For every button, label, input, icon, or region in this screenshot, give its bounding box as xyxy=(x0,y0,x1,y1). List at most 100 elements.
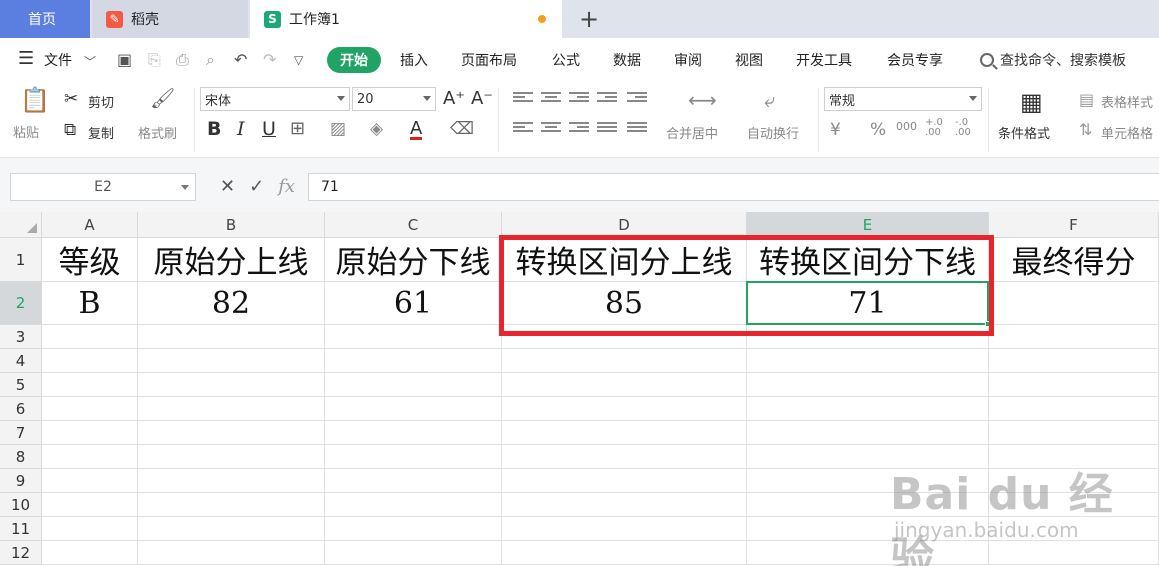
cell-e6[interactable] xyxy=(747,397,989,421)
customize-toolbar-icon[interactable]: ▽ xyxy=(294,53,303,67)
italic-button[interactable]: I xyxy=(237,118,245,140)
cell-b7[interactable] xyxy=(138,421,325,445)
cell-e4[interactable] xyxy=(747,349,989,373)
export-icon[interactable]: ⎘ xyxy=(148,50,161,70)
menu-dev-tools[interactable]: 开发工具 xyxy=(796,50,852,70)
cell-a7[interactable] xyxy=(42,421,138,445)
cell-a6[interactable] xyxy=(42,397,138,421)
distribute-icon[interactable] xyxy=(627,122,647,136)
cell-a1[interactable]: 等级 xyxy=(42,238,138,282)
cell-c8[interactable] xyxy=(325,445,502,469)
row-header-5[interactable]: 5 xyxy=(0,373,42,397)
eraser-icon[interactable]: ⌫ xyxy=(450,119,474,139)
row-header-1[interactable]: 1 xyxy=(0,238,42,282)
row-header-6[interactable]: 6 xyxy=(0,397,42,421)
cell-style-button[interactable]: 单元格格 xyxy=(1101,123,1153,142)
cell-f4[interactable] xyxy=(989,349,1159,373)
copy-icon[interactable]: ⧉ xyxy=(64,120,76,140)
confirm-icon[interactable]: ✓ xyxy=(249,176,264,197)
cell-a9[interactable] xyxy=(42,469,138,493)
cell-a8[interactable] xyxy=(42,445,138,469)
cell-f3[interactable] xyxy=(989,325,1159,349)
column-header-b[interactable]: B xyxy=(138,212,325,238)
column-header-c[interactable]: C xyxy=(325,212,502,238)
column-header-f[interactable]: F xyxy=(989,212,1159,238)
align-bottom-icon[interactable] xyxy=(569,92,589,106)
cell-d4[interactable] xyxy=(502,349,747,373)
cell-b4[interactable] xyxy=(138,349,325,373)
cell-d6[interactable] xyxy=(502,397,747,421)
row-header-3[interactable]: 3 xyxy=(0,325,42,349)
paste-button[interactable]: 粘贴 xyxy=(13,122,39,141)
cell-d11[interactable] xyxy=(502,517,747,541)
cell-c10[interactable] xyxy=(325,493,502,517)
indent-decrease-icon[interactable] xyxy=(597,92,617,106)
menu-insert[interactable]: 插入 xyxy=(400,50,428,70)
increase-font-button[interactable]: A⁺ xyxy=(443,88,465,109)
cell-f5[interactable] xyxy=(989,373,1159,397)
tab-daoke[interactable]: ✎ 稻壳 xyxy=(92,0,248,38)
row-header-7[interactable]: 7 xyxy=(0,421,42,445)
font-name-select[interactable]: 宋体 xyxy=(200,87,350,111)
cell-c5[interactable] xyxy=(325,373,502,397)
percent-button[interactable]: % xyxy=(870,120,886,140)
decrease-font-button[interactable]: A⁻ xyxy=(471,88,493,109)
print-icon[interactable]: ⎙ xyxy=(176,50,189,70)
menu-start[interactable]: 开始 xyxy=(327,47,381,73)
cell-b12[interactable] xyxy=(138,541,325,565)
row-header-9[interactable]: 9 xyxy=(0,469,42,493)
cell-b10[interactable] xyxy=(138,493,325,517)
fill-color-icon[interactable]: ◈ xyxy=(370,119,383,139)
column-header-a[interactable]: A xyxy=(42,212,138,238)
cell-f2[interactable] xyxy=(989,282,1159,325)
currency-button[interactable]: ¥ xyxy=(830,120,841,140)
align-left-icon[interactable] xyxy=(513,122,533,136)
decrease-decimal-button[interactable]: -.0 .00 xyxy=(955,118,979,138)
merge-center-icon[interactable]: ⟷ xyxy=(688,88,717,112)
cell-f1[interactable]: 最终得分 xyxy=(989,238,1159,282)
menu-file[interactable]: 文件 xyxy=(44,50,72,70)
font-size-select[interactable]: 20 xyxy=(352,87,436,111)
cell-a4[interactable] xyxy=(42,349,138,373)
font-color-button[interactable]: A xyxy=(410,120,423,140)
copy-button[interactable]: 复制 xyxy=(88,123,114,142)
cell-d5[interactable] xyxy=(502,373,747,397)
cell-b3[interactable] xyxy=(138,325,325,349)
menu-formula[interactable]: 公式 xyxy=(552,50,580,70)
increase-decimal-button[interactable]: +.0 .00 xyxy=(925,118,949,138)
format-painter-button[interactable]: 格式刷 xyxy=(138,123,177,142)
cut-button[interactable]: 剪切 xyxy=(88,92,114,111)
cell-a2[interactable]: B xyxy=(42,282,138,325)
cell-a10[interactable] xyxy=(42,493,138,517)
chevron-down-icon[interactable]: ﹀ xyxy=(84,53,96,70)
align-center-icon[interactable] xyxy=(541,122,561,136)
format-painter-icon[interactable]: 🖌 xyxy=(150,86,175,110)
cell-b9[interactable] xyxy=(138,469,325,493)
cell-b5[interactable] xyxy=(138,373,325,397)
cell-d8[interactable] xyxy=(502,445,747,469)
indent-increase-icon[interactable] xyxy=(627,92,647,106)
select-all-corner[interactable] xyxy=(0,212,42,238)
cell-c12[interactable] xyxy=(325,541,502,565)
cell-c9[interactable] xyxy=(325,469,502,493)
border-icon[interactable]: ⊞ xyxy=(290,118,305,139)
cell-style-button-icon[interactable]: ⇅ xyxy=(1079,120,1092,139)
row-header-8[interactable]: 8 xyxy=(0,445,42,469)
cell-d12[interactable] xyxy=(502,541,747,565)
menu-page-layout[interactable]: 页面布局 xyxy=(461,50,517,70)
menu-review[interactable]: 审阅 xyxy=(674,50,702,70)
print-preview-icon[interactable]: ⌕ xyxy=(206,50,215,70)
undo-icon[interactable]: ↶ xyxy=(234,50,247,69)
scissors-icon[interactable]: ✂ xyxy=(64,89,78,109)
wrap-text-button[interactable]: 自动换行 xyxy=(747,123,799,142)
conditional-format-icon[interactable]: ▦ xyxy=(1020,88,1043,116)
insert-function-icon[interactable]: fx xyxy=(278,176,295,197)
new-tab-button[interactable]: + xyxy=(574,4,604,34)
command-search[interactable]: 查找命令、搜索模板 xyxy=(980,50,1126,70)
tab-workbook[interactable]: S 工作簿1 xyxy=(250,0,562,38)
thousands-button[interactable]: 000 xyxy=(896,120,917,133)
cell-d9[interactable] xyxy=(502,469,747,493)
conditional-format-button[interactable]: 条件格式 xyxy=(998,123,1050,142)
tab-home[interactable]: 首页 xyxy=(0,0,90,38)
table-style-icon[interactable]: ▤ xyxy=(1079,90,1094,109)
